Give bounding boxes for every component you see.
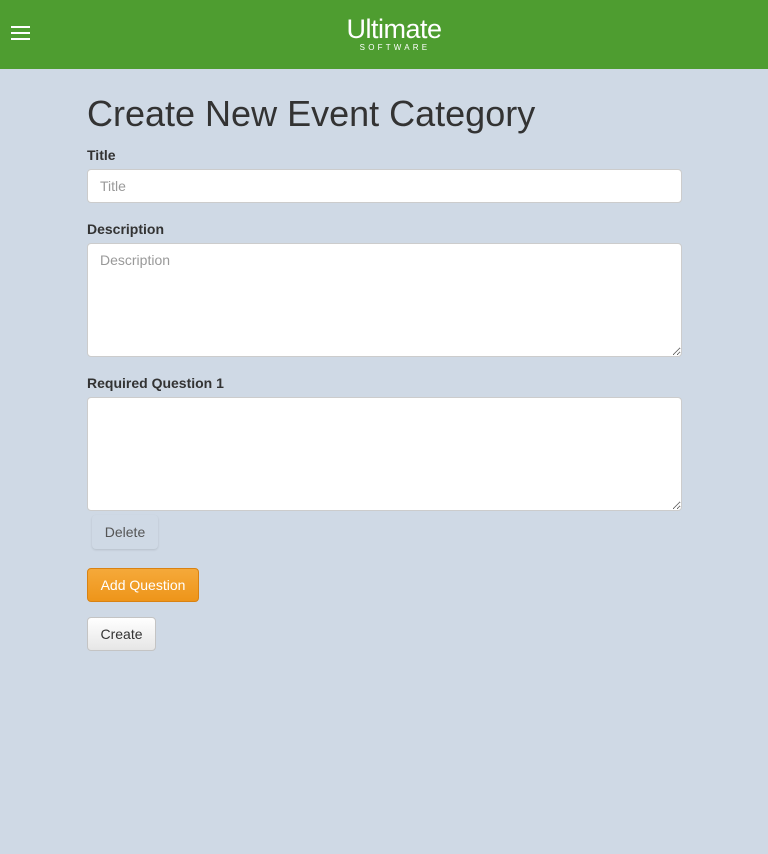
required-question-label: Required Question 1	[87, 375, 224, 391]
description-label: Description	[87, 221, 165, 237]
title-input[interactable]	[87, 169, 682, 203]
title-label: Title	[87, 147, 116, 163]
top-navbar: Ultimate SOFTWARE	[0, 0, 768, 69]
description-textarea[interactable]	[87, 243, 682, 357]
page-title: Create New Event Category	[87, 93, 536, 134]
required-question-textarea[interactable]	[87, 397, 682, 511]
delete-question-button[interactable]: Delete	[92, 515, 158, 549]
add-question-button[interactable]: Add Question	[87, 568, 199, 602]
create-button[interactable]: Create	[87, 617, 156, 651]
hamburger-icon[interactable]	[11, 24, 31, 43]
logo-main-text: Ultimate	[346, 14, 442, 44]
ultimate-software-logo[interactable]: Ultimate SOFTWARE	[336, 14, 452, 56]
logo-sub-text: SOFTWARE	[359, 43, 431, 52]
